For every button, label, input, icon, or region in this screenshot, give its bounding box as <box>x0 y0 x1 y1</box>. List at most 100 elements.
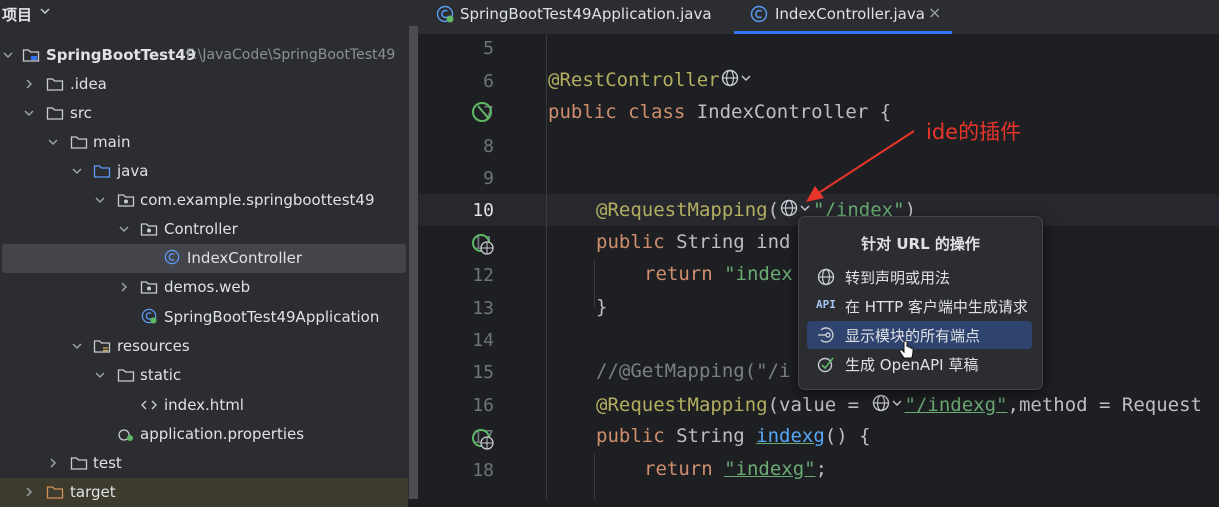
tree-item-label: index.html <box>164 396 244 414</box>
tree-item-controller[interactable]: Controller <box>0 215 408 244</box>
tree-item-index-html[interactable]: index.html <box>0 391 408 420</box>
chevron-down-icon[interactable] <box>1 48 15 62</box>
tree-item-demos-web[interactable]: demos.web <box>0 273 408 302</box>
tab-label: SpringBootTest49Application.java <box>460 5 712 23</box>
tree-item-project-root[interactable]: SpringBootTest49 F:\JavaCode\SpringBootT… <box>0 41 408 70</box>
keyword-token: return <box>644 263 725 285</box>
tab-indexcontroller[interactable]: IndexController.java × <box>734 0 952 34</box>
project-path: F:\JavaCode\SpringBootTest49 <box>186 47 396 63</box>
tab-springboottest49application[interactable]: SpringBootTest49Application.java <box>432 0 732 34</box>
tree-item-java[interactable]: java <box>0 157 408 186</box>
tree-item-label: demos.web <box>164 278 251 296</box>
line-number: 9 <box>483 168 494 189</box>
string-token: "indexg" <box>724 458 816 480</box>
tree-item-resources[interactable]: resources <box>0 332 408 361</box>
tree-item-label: IndexController <box>187 249 303 267</box>
comment-token: //@GetMapping("/i <box>596 360 791 382</box>
tree-item-test[interactable]: test <box>0 449 408 478</box>
tree-item-application-class[interactable]: SpringBootTest49Application <box>0 303 408 332</box>
tree-scrollbar[interactable] <box>409 26 418 499</box>
openapi-icon <box>817 357 834 373</box>
code-line-13: } <box>596 296 607 318</box>
keyword-token: public class <box>548 101 697 123</box>
popup-item-generate-openapi[interactable]: 生成 OpenAPI 草稿 <box>807 350 1032 378</box>
popup-item-goto-declaration[interactable]: 转到声明或用法 <box>807 263 1032 291</box>
chevron-right-icon[interactable] <box>117 280 131 294</box>
tree-item-label: java <box>117 162 149 180</box>
package-icon <box>140 281 158 294</box>
tree-item-application-properties[interactable]: application.properties <box>0 420 408 449</box>
chevron-down-icon[interactable] <box>70 164 84 178</box>
hand-cursor-icon <box>899 341 914 359</box>
popup-item-label: 在 HTTP 客户端中生成请求 <box>845 298 1028 316</box>
url-inlay[interactable] <box>720 68 754 93</box>
code-text: IndexController { <box>696 101 892 123</box>
url-actions-popup: 针对 URL 的操作 转到声明或用法 API 在 HTTP 客户端中生成请求 显… <box>798 216 1043 390</box>
globe-icon[interactable] <box>720 68 754 88</box>
chevron-down-icon[interactable] <box>22 106 36 120</box>
popup-item-generate-http-request[interactable]: API 在 HTTP 客户端中生成请求 <box>807 292 1032 320</box>
globe-icon[interactable] <box>871 393 905 413</box>
api-icon: API <box>816 298 836 311</box>
module-folder-icon <box>22 49 40 62</box>
tree-item-static[interactable]: static <box>0 361 408 390</box>
endpoint-gutter-icon[interactable] <box>471 232 495 256</box>
line-number: 13 <box>472 298 494 319</box>
annotation-token: @RequestMapping <box>596 394 768 416</box>
excluded-folder-icon <box>46 486 64 499</box>
tree-item-package[interactable]: com.example.springboottest49 <box>0 186 408 215</box>
annotation-token: @RequestMapping <box>596 199 768 221</box>
popup-title: 针对 URL 的操作 <box>861 235 980 253</box>
close-icon[interactable]: × <box>928 3 941 22</box>
chevron-down-icon[interactable] <box>93 193 107 207</box>
project-header[interactable]: 项目 <box>0 0 418 26</box>
chevron-down-icon[interactable] <box>117 222 131 236</box>
tree-item-label: target <box>70 483 116 501</box>
tree-item-label: resources <box>117 337 190 355</box>
properties-file-icon <box>118 429 133 441</box>
chevron-right-icon[interactable] <box>22 485 36 499</box>
annotation-token: @RestController <box>548 69 720 91</box>
tree-item-main[interactable]: main <box>0 128 408 157</box>
url-inlay[interactable] <box>871 393 905 418</box>
endpoint-gutter-icon[interactable] <box>471 427 495 451</box>
chevron-down-icon[interactable] <box>70 339 84 353</box>
tree-item-src[interactable]: src <box>0 99 408 128</box>
method-name-token: indexg <box>756 425 825 447</box>
tree-item-label: SpringBootTest49 <box>46 46 197 64</box>
chevron-down-icon[interactable] <box>46 135 60 149</box>
tree-item-target[interactable]: target <box>0 478 408 507</box>
folder-icon <box>46 107 64 120</box>
project-title[interactable]: 项目 <box>2 4 32 25</box>
keyword-token: return <box>644 458 725 480</box>
folder-icon <box>46 78 64 91</box>
chevron-down-icon[interactable] <box>93 368 107 382</box>
line-number: 14 <box>472 330 494 351</box>
tree-item-indexcontroller[interactable]: IndexController <box>2 244 406 273</box>
code-line-17: public String indexg() { <box>596 425 871 447</box>
string-token: "/indexg" <box>904 394 1008 416</box>
code-line-7: public class IndexController { <box>548 101 891 123</box>
folder-icon <box>70 136 88 149</box>
popup-item-show-endpoints[interactable]: 显示模块的所有端点 <box>807 321 1032 349</box>
spring-bean-gutter-icon[interactable] <box>471 100 495 124</box>
java-class-icon <box>750 5 768 23</box>
code-line-12: return "index <box>644 263 793 285</box>
line-number: 16 <box>472 395 494 416</box>
project-panel: 项目 SpringBootTest49 F:\JavaCode\SpringBo… <box>0 0 418 507</box>
keyword-token: public <box>596 231 677 253</box>
tree-item-idea[interactable]: .idea <box>0 70 408 99</box>
tree-item-label: com.example.springboottest49 <box>140 191 375 209</box>
endpoints-icon <box>818 327 834 343</box>
line-number: 15 <box>472 362 494 383</box>
line-number: 8 <box>483 136 494 157</box>
annotation-text: ide的插件 <box>926 120 1022 144</box>
chevron-down-icon[interactable] <box>38 4 52 18</box>
spring-boot-class-icon <box>436 5 454 23</box>
chevron-right-icon[interactable] <box>46 456 60 470</box>
code-text: ,method = Request <box>1007 394 1202 416</box>
tree-item-label: SpringBootTest49Application <box>164 308 380 326</box>
chevron-right-icon[interactable] <box>22 77 36 91</box>
code-line-18: return "indexg"; <box>644 458 827 480</box>
string-token: "index <box>724 263 793 285</box>
